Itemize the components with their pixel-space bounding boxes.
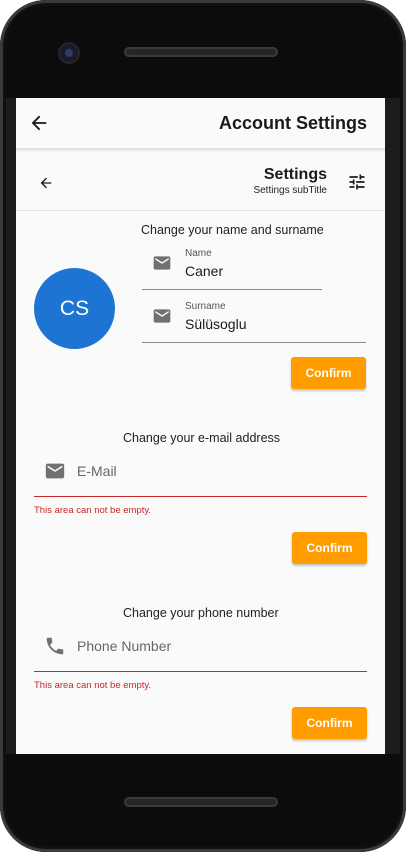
back-arrow-icon[interactable]: [38, 175, 54, 191]
phone-icon: [46, 637, 64, 655]
page-title: Account Settings: [218, 113, 367, 133]
settings-title: Settings: [263, 166, 327, 183]
settings-subtitle: Settings subTitle: [253, 185, 327, 196]
phone-error: This area can not be empty.: [34, 680, 152, 691]
app-screen: Account Settings Settings Settings subTi…: [16, 98, 385, 754]
earpiece-speaker: [124, 47, 278, 57]
confirm-email-button[interactable]: Confirm: [292, 532, 367, 564]
surname-value: Sülüsoglu: [185, 316, 247, 332]
email-section-title: Change your e-mail address: [123, 431, 281, 445]
confirm-name-button[interactable]: Confirm: [291, 357, 366, 389]
name-field[interactable]: Name Caner: [142, 248, 322, 290]
surname-label: Surname: [185, 301, 226, 312]
surname-underline: [142, 342, 366, 343]
phone-placeholder: Phone Number: [77, 638, 172, 654]
confirm-phone-button[interactable]: Confirm: [292, 707, 367, 739]
email-error: This area can not be empty.: [34, 505, 152, 516]
name-label: Name: [185, 248, 212, 259]
phone-underline: [34, 671, 367, 672]
back-arrow-icon[interactable]: [28, 112, 50, 134]
settings-header: Settings Settings subTitle: [16, 152, 385, 211]
front-camera: [60, 44, 78, 62]
name-section-title: Change your name and surname: [141, 223, 324, 237]
name-value: Caner: [185, 263, 224, 279]
email-field[interactable]: E-Mail: [34, 454, 367, 498]
avatar[interactable]: CS: [34, 268, 115, 349]
phone-frame: Account Settings Settings Settings subTi…: [0, 0, 406, 852]
mail-icon: [153, 256, 171, 270]
avatar-initials: CS: [59, 296, 90, 320]
email-placeholder: E-Mail: [77, 463, 117, 479]
name-underline: [142, 289, 322, 290]
app-bar: Account Settings: [16, 98, 385, 150]
bottom-speaker: [124, 797, 278, 807]
phone-field[interactable]: Phone Number: [34, 629, 367, 673]
mail-icon: [153, 309, 171, 323]
phone-section-title: Change your phone number: [123, 606, 279, 620]
mail-icon: [45, 463, 65, 479]
email-underline: [34, 496, 367, 497]
tune-icon[interactable]: [347, 172, 367, 192]
surname-field[interactable]: Surname Sülüsoglu: [142, 301, 366, 343]
